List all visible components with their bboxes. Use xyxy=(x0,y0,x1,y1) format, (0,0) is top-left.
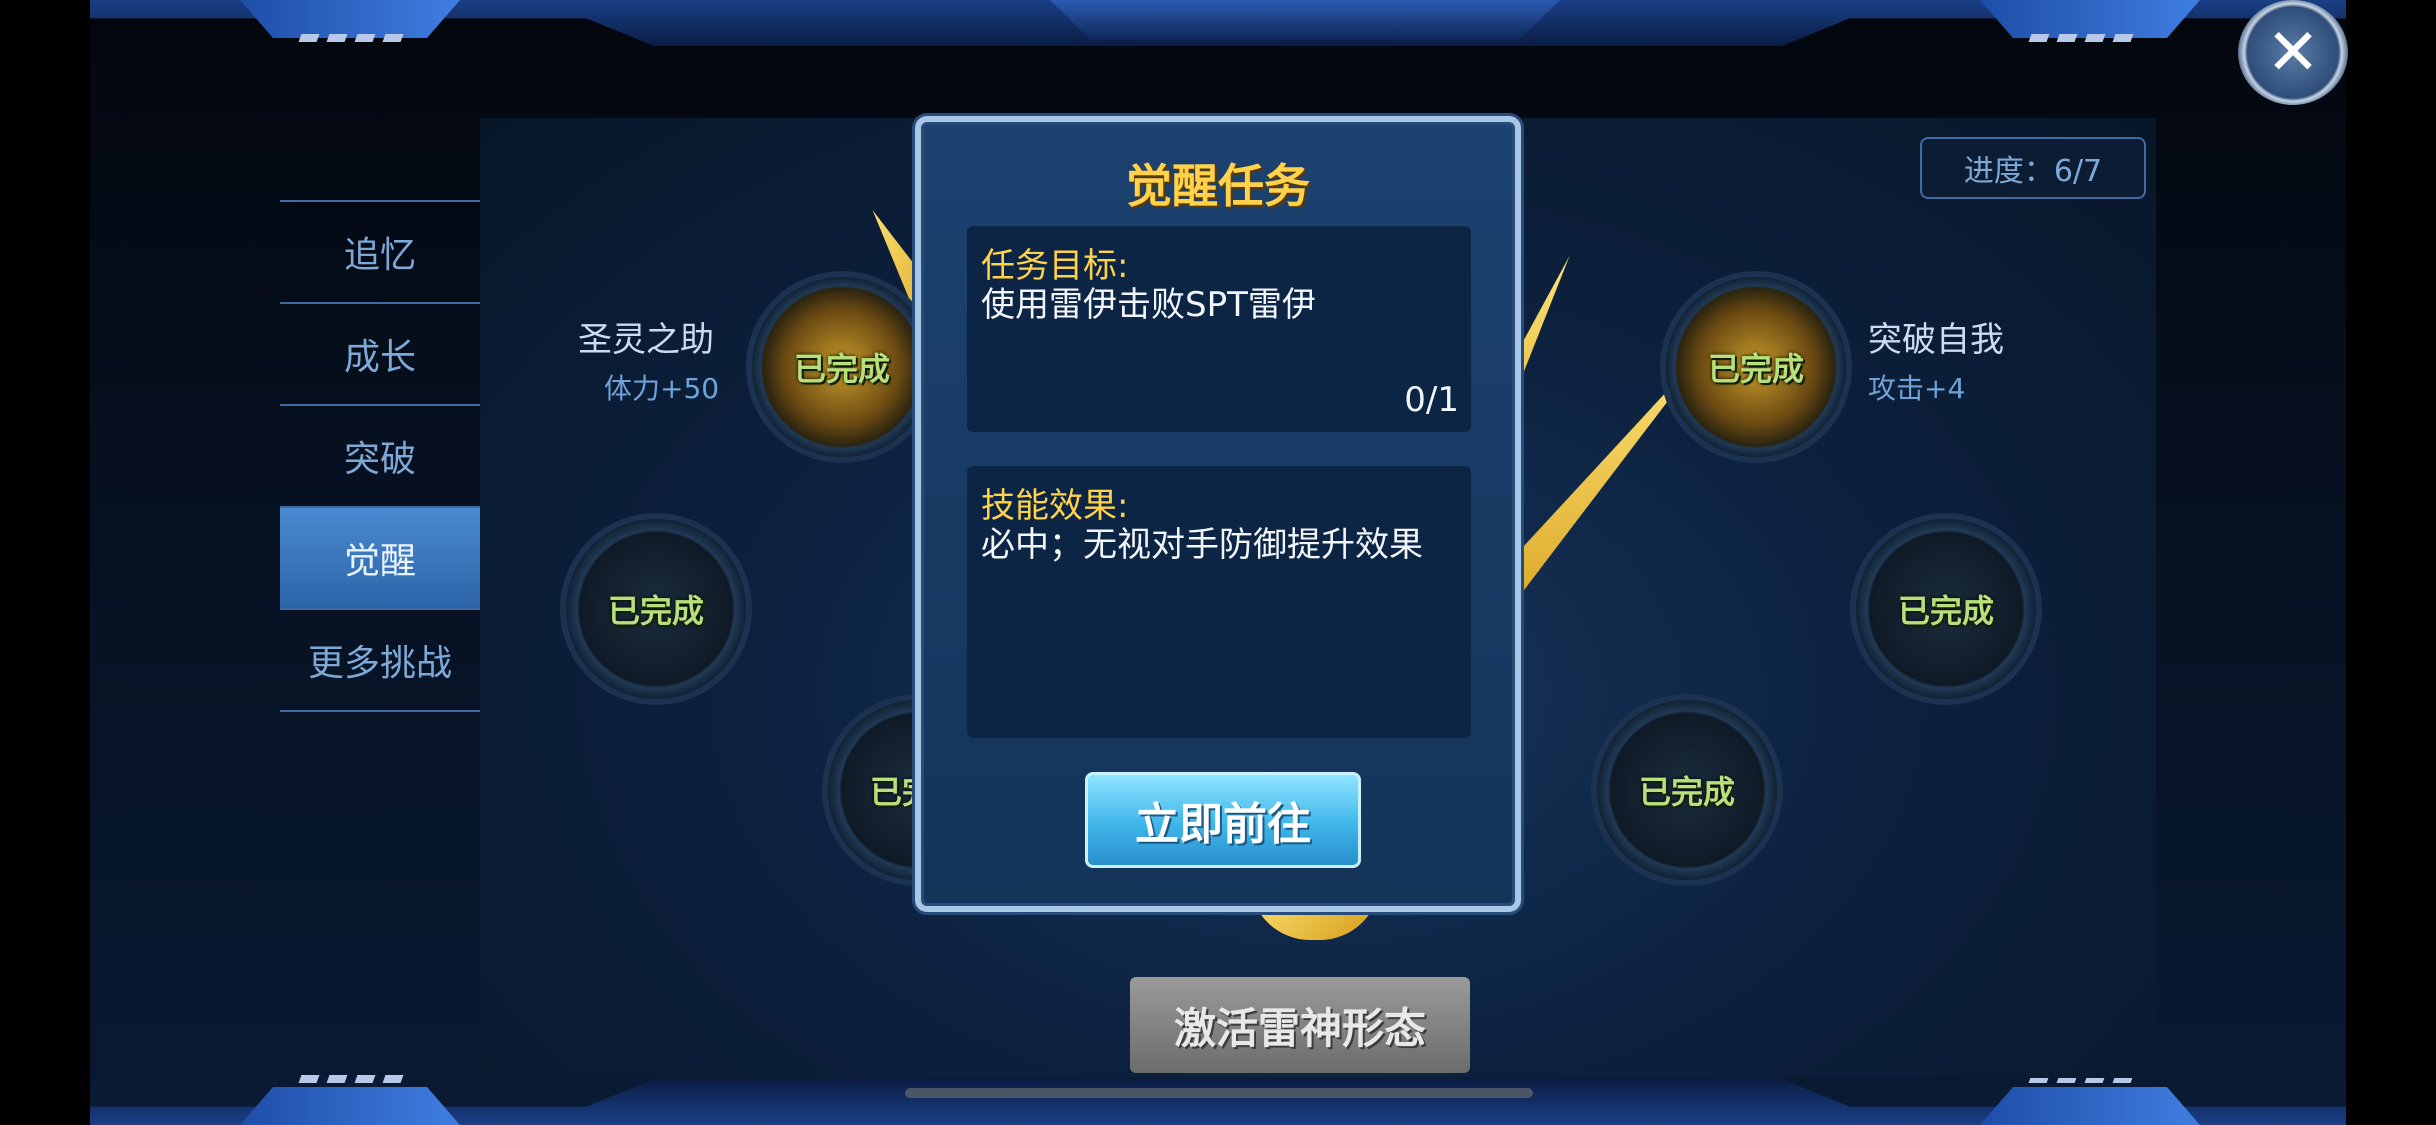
task-node-mid-right[interactable]: 已完成 xyxy=(1856,519,2036,699)
home-indicator xyxy=(905,1088,1533,1098)
dash-decoration xyxy=(298,1075,404,1083)
sidebar-item-label: 成长 xyxy=(343,337,416,378)
activate-form-button[interactable]: 激活雷神形态 xyxy=(1130,977,1470,1073)
close-icon: ✕ xyxy=(2266,15,2320,90)
sidebar-item-label: 觉醒 xyxy=(343,541,416,582)
sidebar-item-more-challenges[interactable]: 更多挑战 xyxy=(280,608,480,712)
done-label: 已完成 xyxy=(1638,773,1735,811)
sidebar-item-label: 追忆 xyxy=(343,235,416,276)
sidebar-item-label: 突破 xyxy=(343,439,416,480)
task-node-top-right[interactable]: 已完成 xyxy=(1666,277,1846,457)
sidebar-item-label: 更多挑战 xyxy=(307,643,452,684)
dash-decoration xyxy=(298,34,404,42)
effect-heading: 技能效果: xyxy=(981,486,1129,526)
corner-ornament-bottom-right xyxy=(1980,1087,2200,1125)
progress-indicator: 进度：6/7 xyxy=(1920,137,2146,199)
done-label: 已完成 xyxy=(1897,592,1994,630)
sidebar: 追忆 成长 突破 觉醒 更多挑战 xyxy=(280,200,480,712)
corner-ornament-bottom-left xyxy=(240,1087,460,1125)
node-title: 圣灵之助 xyxy=(578,320,714,360)
dialog-title: 觉醒任务 xyxy=(1126,159,1310,213)
sidebar-item-breakthrough[interactable]: 突破 xyxy=(280,404,480,506)
done-label: 已完成 xyxy=(793,350,890,388)
frame-top-ornament xyxy=(1050,0,1560,40)
go-now-button[interactable]: 立即前往 xyxy=(1085,772,1361,868)
awaken-task-dialog: 觉醒任务 任务目标: 使用雷伊击败SPT雷伊 0/1 技能效果: 必中；无视对手… xyxy=(915,116,1521,912)
close-button[interactable]: ✕ xyxy=(2238,0,2348,105)
dash-decoration xyxy=(2028,34,2134,42)
corner-ornament-top-right xyxy=(1980,0,2200,38)
goal-heading: 任务目标: xyxy=(981,246,1129,286)
done-label: 已完成 xyxy=(607,592,704,630)
task-node-top-left[interactable]: 已完成 xyxy=(752,277,932,457)
goal-text: 使用雷伊击败SPT雷伊 xyxy=(981,285,1316,325)
node-title: 突破自我 xyxy=(1868,320,2004,360)
node-bonus: 攻击+4 xyxy=(1868,372,1966,405)
task-node-mid-left[interactable]: 已完成 xyxy=(566,519,746,699)
task-goal-box: 任务目标: 使用雷伊击败SPT雷伊 0/1 xyxy=(967,226,1471,432)
task-node-bottom-right[interactable]: 已完成 xyxy=(1597,700,1777,880)
effect-text: 必中；无视对手防御提升效果 xyxy=(981,525,1423,565)
goal-count: 0/1 xyxy=(1404,380,1459,420)
sidebar-item-awaken[interactable]: 觉醒 xyxy=(280,506,480,608)
corner-ornament-top-left xyxy=(240,0,460,38)
skill-effect-box: 技能效果: 必中；无视对手防御提升效果 xyxy=(967,466,1471,738)
done-label: 已完成 xyxy=(1707,350,1804,388)
sidebar-item-growth[interactable]: 成长 xyxy=(280,302,480,404)
node-bonus: 体力+50 xyxy=(604,372,720,405)
sidebar-item-recall[interactable]: 追忆 xyxy=(280,200,480,302)
